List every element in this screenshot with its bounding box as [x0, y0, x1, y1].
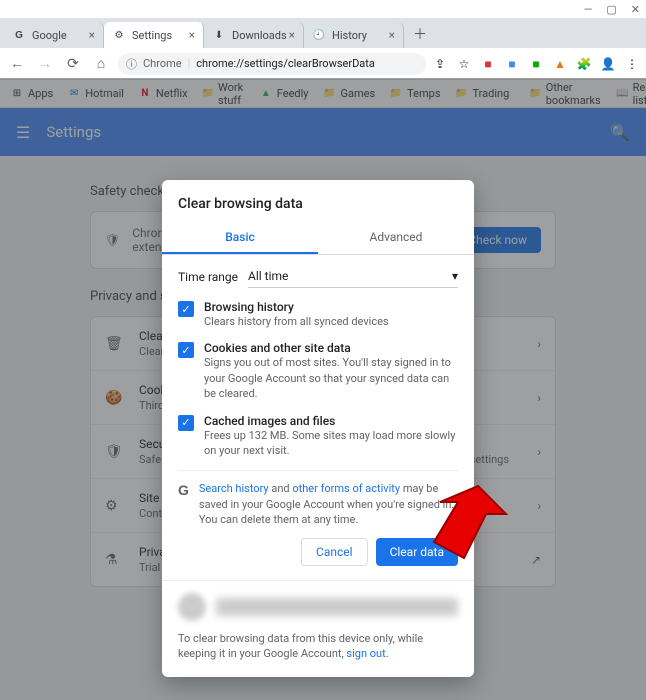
ext-icon[interactable]: ■ [528, 56, 544, 72]
signout-text: To clear browsing data from this device … [178, 631, 458, 662]
tab-strip: G Google × ⚙ Settings × ⬇ Downloads × 🕘 … [0, 18, 646, 48]
close-icon[interactable]: × [289, 28, 295, 42]
watermark: wsxdn.com [589, 683, 640, 694]
search-history-link[interactable]: Search history [199, 482, 269, 495]
lock-icon: ⓘ [126, 56, 137, 72]
time-range-row: Time range All time ▾ [178, 265, 458, 288]
tab-label: Downloads [232, 29, 287, 42]
window-controls: — ▢ ✕ [0, 0, 646, 18]
clear-data-button[interactable]: Clear data [376, 538, 458, 566]
cancel-button[interactable]: Cancel [301, 538, 368, 566]
address-bar[interactable]: ⓘ Chrome | chrome://settings/clearBrowse… [118, 53, 426, 75]
time-range-select[interactable]: All time ▾ [248, 265, 458, 288]
account-row [178, 593, 458, 621]
url-prefix: Chrome [143, 57, 182, 70]
new-tab-button[interactable]: ＋ [408, 22, 432, 46]
extension-icons: ⇪ ☆ ■ ■ ■ ▲ 🧩 👤 ⋮ [432, 56, 640, 72]
close-icon[interactable]: × [189, 28, 195, 42]
google-icon: G [12, 28, 26, 42]
tab-settings[interactable]: ⚙ Settings × [104, 22, 204, 48]
account-name-blurred [216, 598, 458, 616]
url-sep: | [188, 57, 191, 70]
toolbar: ← → ⟳ ⌂ ⓘ Chrome | chrome://settings/cle… [0, 48, 646, 80]
google-icon: G [178, 481, 189, 527]
ext-icon[interactable]: ■ [504, 56, 520, 72]
dialog-buttons: Cancel Clear data [178, 538, 458, 566]
tab-downloads[interactable]: ⬇ Downloads × [204, 22, 304, 48]
gear-icon: ⚙ [112, 28, 126, 42]
tab-advanced[interactable]: Advanced [318, 222, 474, 254]
checkbox-cache[interactable]: ✓ Cached images and filesFrees up 132 MB… [178, 414, 458, 459]
checkbox-checked-icon[interactable]: ✓ [178, 301, 194, 317]
ext-icon[interactable]: ▲ [552, 56, 568, 72]
url-path: chrome://settings/clearBrowserData [196, 57, 375, 70]
time-range-label: Time range [178, 270, 238, 284]
clear-browsing-data-dialog: Clear browsing data Basic Advanced Time … [162, 180, 474, 677]
chevron-down-icon: ▾ [452, 269, 458, 283]
profile-icon[interactable]: 👤 [600, 56, 616, 72]
dialog-tabs: Basic Advanced [162, 222, 474, 255]
tab-history[interactable]: 🕘 History × [304, 22, 404, 48]
tab-label: Settings [132, 29, 172, 42]
star-icon[interactable]: ☆ [456, 56, 472, 72]
download-icon: ⬇ [212, 28, 226, 42]
avatar [178, 593, 206, 621]
reload-button[interactable]: ⟳ [62, 53, 84, 75]
tab-google[interactable]: G Google × [4, 22, 104, 48]
back-button[interactable]: ← [6, 53, 28, 75]
close-window-button[interactable]: ✕ [631, 3, 640, 16]
checkbox-checked-icon[interactable]: ✓ [178, 342, 194, 358]
tab-label: Google [32, 29, 67, 42]
tab-basic[interactable]: Basic [162, 222, 318, 254]
checkbox-browsing-history[interactable]: ✓ Browsing historyClears history from al… [178, 300, 458, 329]
checkbox-cookies[interactable]: ✓ Cookies and other site dataSigns you o… [178, 341, 458, 401]
history-icon: 🕘 [312, 28, 326, 42]
minimize-button[interactable]: — [584, 3, 593, 16]
close-icon[interactable]: × [89, 28, 95, 42]
dialog-title: Clear browsing data [178, 196, 458, 212]
home-button[interactable]: ⌂ [90, 53, 112, 75]
puzzle-icon[interactable]: 🧩 [576, 56, 592, 72]
activity-link[interactable]: other forms of activity [292, 482, 400, 495]
maximize-button[interactable]: ▢ [606, 3, 616, 16]
tab-label: History [332, 29, 367, 42]
close-icon[interactable]: × [389, 28, 395, 42]
info-row: G Search history and other forms of acti… [178, 470, 458, 527]
menu-icon[interactable]: ⋮ [624, 56, 640, 72]
sign-out-link[interactable]: sign out [346, 647, 385, 660]
ext-icon[interactable]: ■ [480, 56, 496, 72]
forward-button[interactable]: → [34, 53, 56, 75]
checkbox-checked-icon[interactable]: ✓ [178, 415, 194, 431]
share-icon[interactable]: ⇪ [432, 56, 448, 72]
